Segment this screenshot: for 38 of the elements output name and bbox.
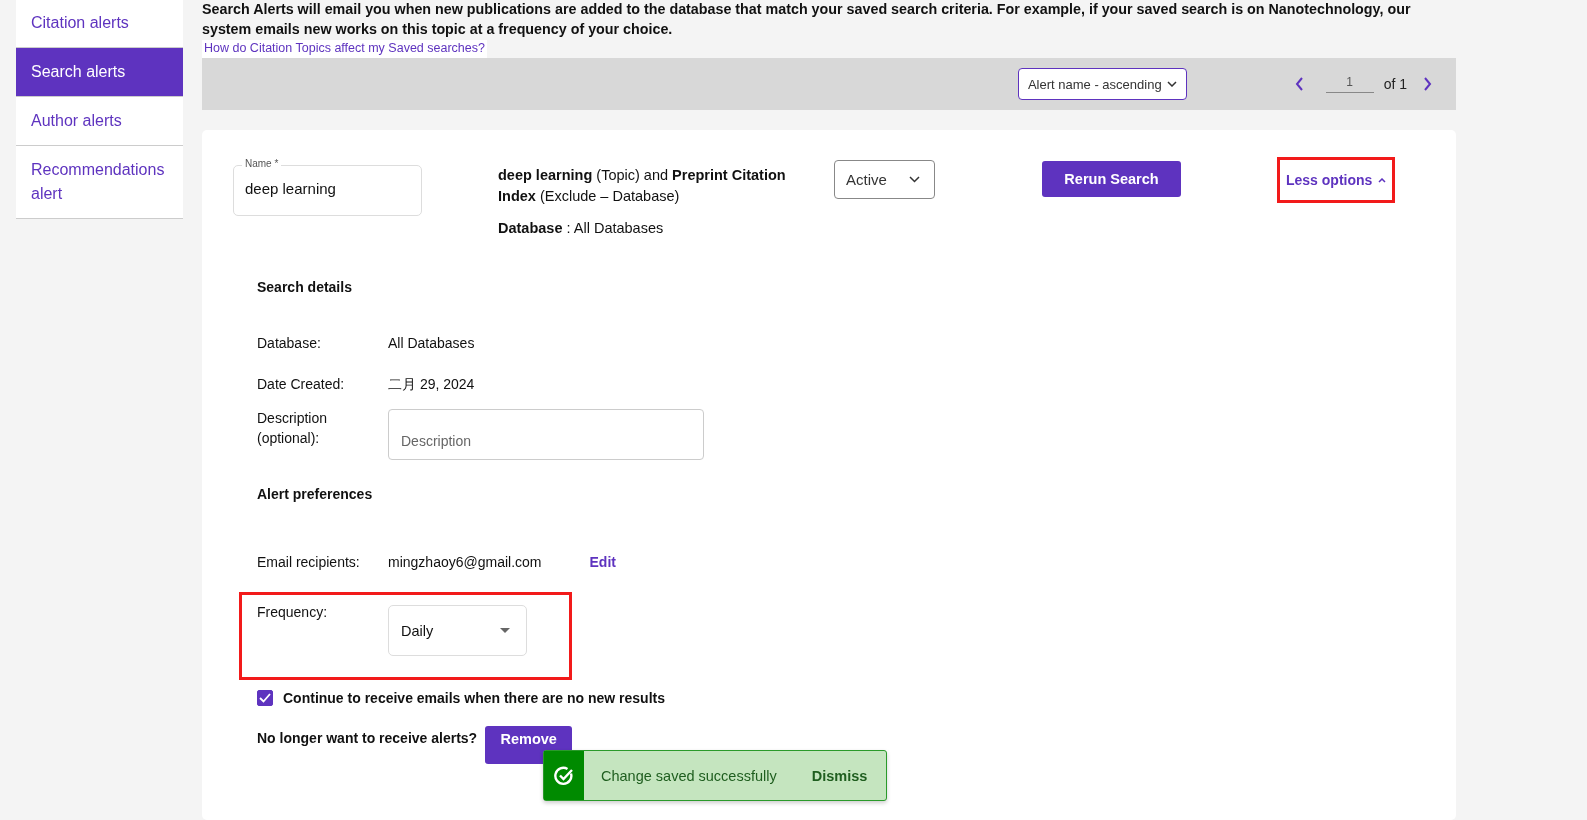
check-circle-icon	[554, 765, 574, 786]
checkbox[interactable]	[257, 690, 273, 706]
help-link[interactable]: How do Citation Topics affect my Saved searches?	[202, 40, 487, 58]
less-options-link[interactable]: Less options	[1286, 172, 1387, 188]
section-heading: Alert preferences	[257, 486, 374, 502]
field-label: Date Created:	[257, 375, 346, 394]
frequency-dropdown[interactable]: Daily	[388, 605, 527, 656]
rerun-search-button[interactable]: Rerun Search	[1042, 161, 1181, 197]
description-field[interactable]: Description	[388, 409, 704, 460]
remove-prompt: No longer want to receive alerts?	[257, 730, 478, 746]
database-text: Database : All Databases	[498, 219, 665, 238]
edit-link[interactable]: Edit	[589, 552, 616, 572]
sidebar-item[interactable]: Author alerts	[16, 97, 183, 146]
section-heading: Search details	[257, 279, 353, 295]
sidebar-item[interactable]: Search alerts	[16, 48, 183, 97]
floating-label: Name *	[242, 158, 282, 169]
dismiss-link[interactable]: Dismiss	[811, 767, 868, 784]
chevron-down-icon	[909, 176, 920, 183]
page-count: of 1	[1383, 76, 1407, 92]
sort-dropdown[interactable]: Alert name - ascending	[1017, 68, 1187, 100]
email-value: mingzhaoy6@gmail.com	[388, 553, 542, 572]
field-label: Frequency:	[257, 603, 329, 622]
field-value: 二月 29, 2024	[388, 375, 475, 394]
field-label: Description (optional):	[257, 409, 329, 448]
next-page-icon[interactable]	[1423, 77, 1432, 91]
field-label: Database:	[257, 334, 322, 353]
field-label: Email recipients:	[257, 553, 361, 572]
query-text: deep learning (Topic) and Preprint Citation Index (Exclude – Database)	[498, 166, 787, 206]
intro-text: Search Alerts will email you when new publications are added to the database that match your saved search criteria. For example, if your saved search is on Nanotechnology, our system emails new works on this topic at a frequency of your choice.	[202, 0, 1412, 39]
previous-page-icon[interactable]	[1294, 77, 1304, 91]
toast-message: Change saved successfully	[601, 767, 777, 784]
status-dropdown[interactable]: Active	[834, 160, 935, 199]
dropdown-triangle-icon	[500, 628, 510, 633]
page-field[interactable]: 1	[1325, 75, 1374, 93]
checkbox-label: Continue to receive emails when there are no new results	[283, 690, 665, 706]
field-value: All Databases	[388, 334, 475, 353]
sidebar-item[interactable]: Recommendations alert	[16, 146, 183, 219]
chevron-down-icon	[1166, 81, 1177, 87]
